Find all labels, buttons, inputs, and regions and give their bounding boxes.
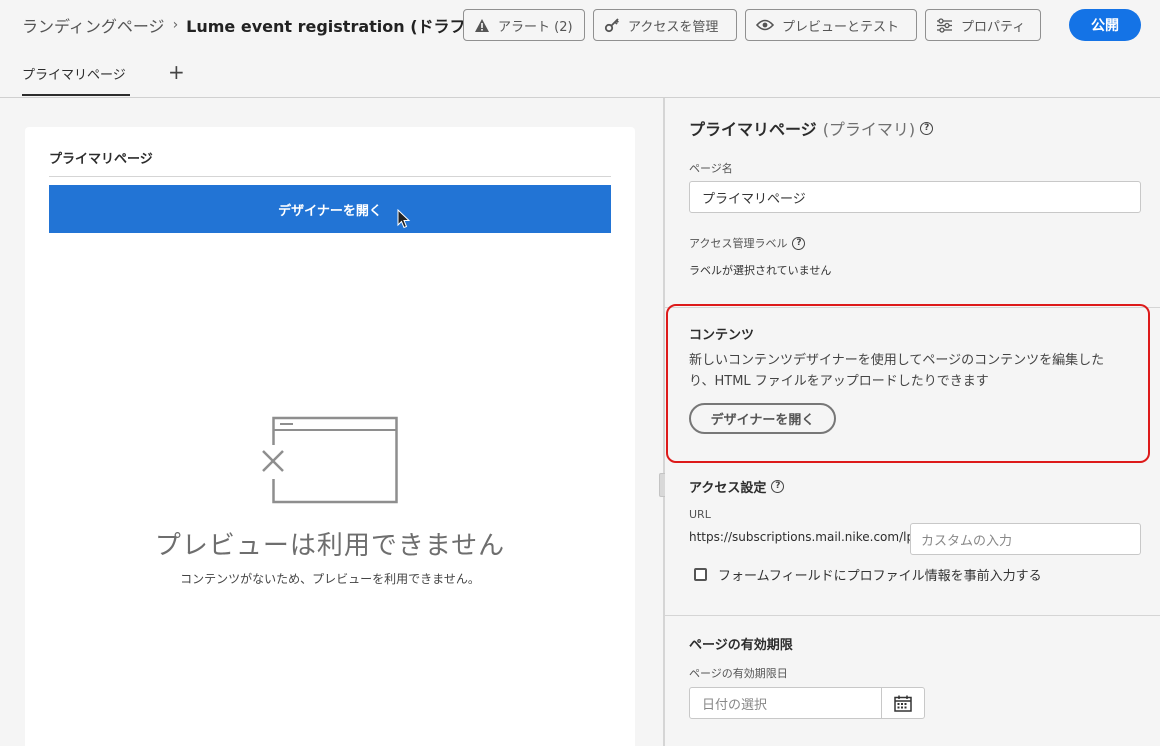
card-title: プライマリページ [49,152,153,167]
custom-url-input[interactable]: カスタムの入力 [910,523,1141,555]
alerts-label: アラート (2) [498,19,573,35]
no-preview-illustration-icon [258,416,398,504]
prefill-checkbox[interactable] [694,568,707,581]
properties-button[interactable]: プロパティ [925,9,1041,41]
page-name-label: ページ名 [689,162,733,175]
panel-title-text: プライマリページ [689,120,817,139]
preview-unavailable-title: プレビューは利用できません [154,531,506,561]
content-description: 新しいコンテンツデザイナーを使用してページのコンテンツを編集したり、HTML フ… [689,353,1105,389]
url-prefix: https://subscriptions.mail.nike.com/lp/ [689,530,919,544]
access-label-help-icon[interactable]: ? [792,236,806,250]
eye-icon [756,19,774,31]
help-icon[interactable]: ? [920,121,934,135]
preview-card: プライマリページ デザイナーを開く プレビューは利用できません コンテンツがない… [25,127,635,746]
key-icon [604,18,619,33]
access-label-value: ラベルが選択されていません [689,264,832,277]
expiration-date-label: ページの有効期限日 [689,667,788,680]
expiration-title: ページの有効期限 [689,638,793,653]
card-divider [49,176,611,177]
expiration-date-input[interactable]: 日付の選択 [689,687,882,719]
preview-test-label: プレビューとテスト [782,19,900,35]
header: ランディングページ › Lume event registration (ドラフ… [0,0,1160,98]
access-settings-help-icon[interactable]: ? [771,480,785,493]
mouse-cursor-icon [397,209,411,229]
sliders-icon [937,17,952,33]
calendar-button[interactable] [881,687,925,719]
open-designer-button[interactable]: デザイナーを開く [689,403,836,434]
page-name-field[interactable]: プライマリページ [689,181,1141,213]
prefill-label: フォームフィールドにプロファイル情報を事前入力する [718,569,1042,584]
access-settings-title: アクセス設定 [689,481,767,496]
breadcrumb-landing-pages[interactable]: ランディングページ [22,13,165,37]
access-settings-heading: アクセス設定 ? [689,477,785,496]
properties-label: プロパティ [961,19,1026,35]
calendar-icon [894,695,912,712]
publish-button[interactable]: 公開 [1069,9,1141,41]
properties-panel: プライマリページ (プライマリ) ? ページ名 プライマリページ アクセス管理ラ… [665,98,1160,746]
tab-primary-page[interactable]: プライマリページ [22,64,126,83]
url-label: URL [689,508,711,521]
manage-access-label: アクセスを管理 [628,19,719,35]
content-title: コンテンツ [689,328,755,343]
open-designer-bar-button[interactable]: デザイナーを開く [49,185,611,233]
alerts-button[interactable]: アラート (2) [463,9,585,41]
access-label-title: アクセス管理ラベル [689,237,788,250]
access-label-heading: アクセス管理ラベル ? [689,235,806,251]
breadcrumb-separator: › [172,17,179,33]
breadcrumb: ランディングページ › Lume event registration (ドラフ… [22,14,489,36]
section-divider [665,615,1160,616]
add-tab-button[interactable]: + [168,60,185,84]
preview-test-button[interactable]: プレビューとテスト [745,9,917,41]
panel-title-suffix: (プライマリ) [822,120,916,139]
page-title: Lume event registration (ドラフト) [186,17,489,36]
panel-title: プライマリページ (プライマリ) ? [689,116,934,140]
manage-access-button[interactable]: アクセスを管理 [593,9,737,41]
preview-unavailable-subtitle: コンテンツがないため、プレビューを利用できません。 [180,572,480,586]
alert-icon [475,18,489,32]
active-tab-indicator [22,94,130,96]
